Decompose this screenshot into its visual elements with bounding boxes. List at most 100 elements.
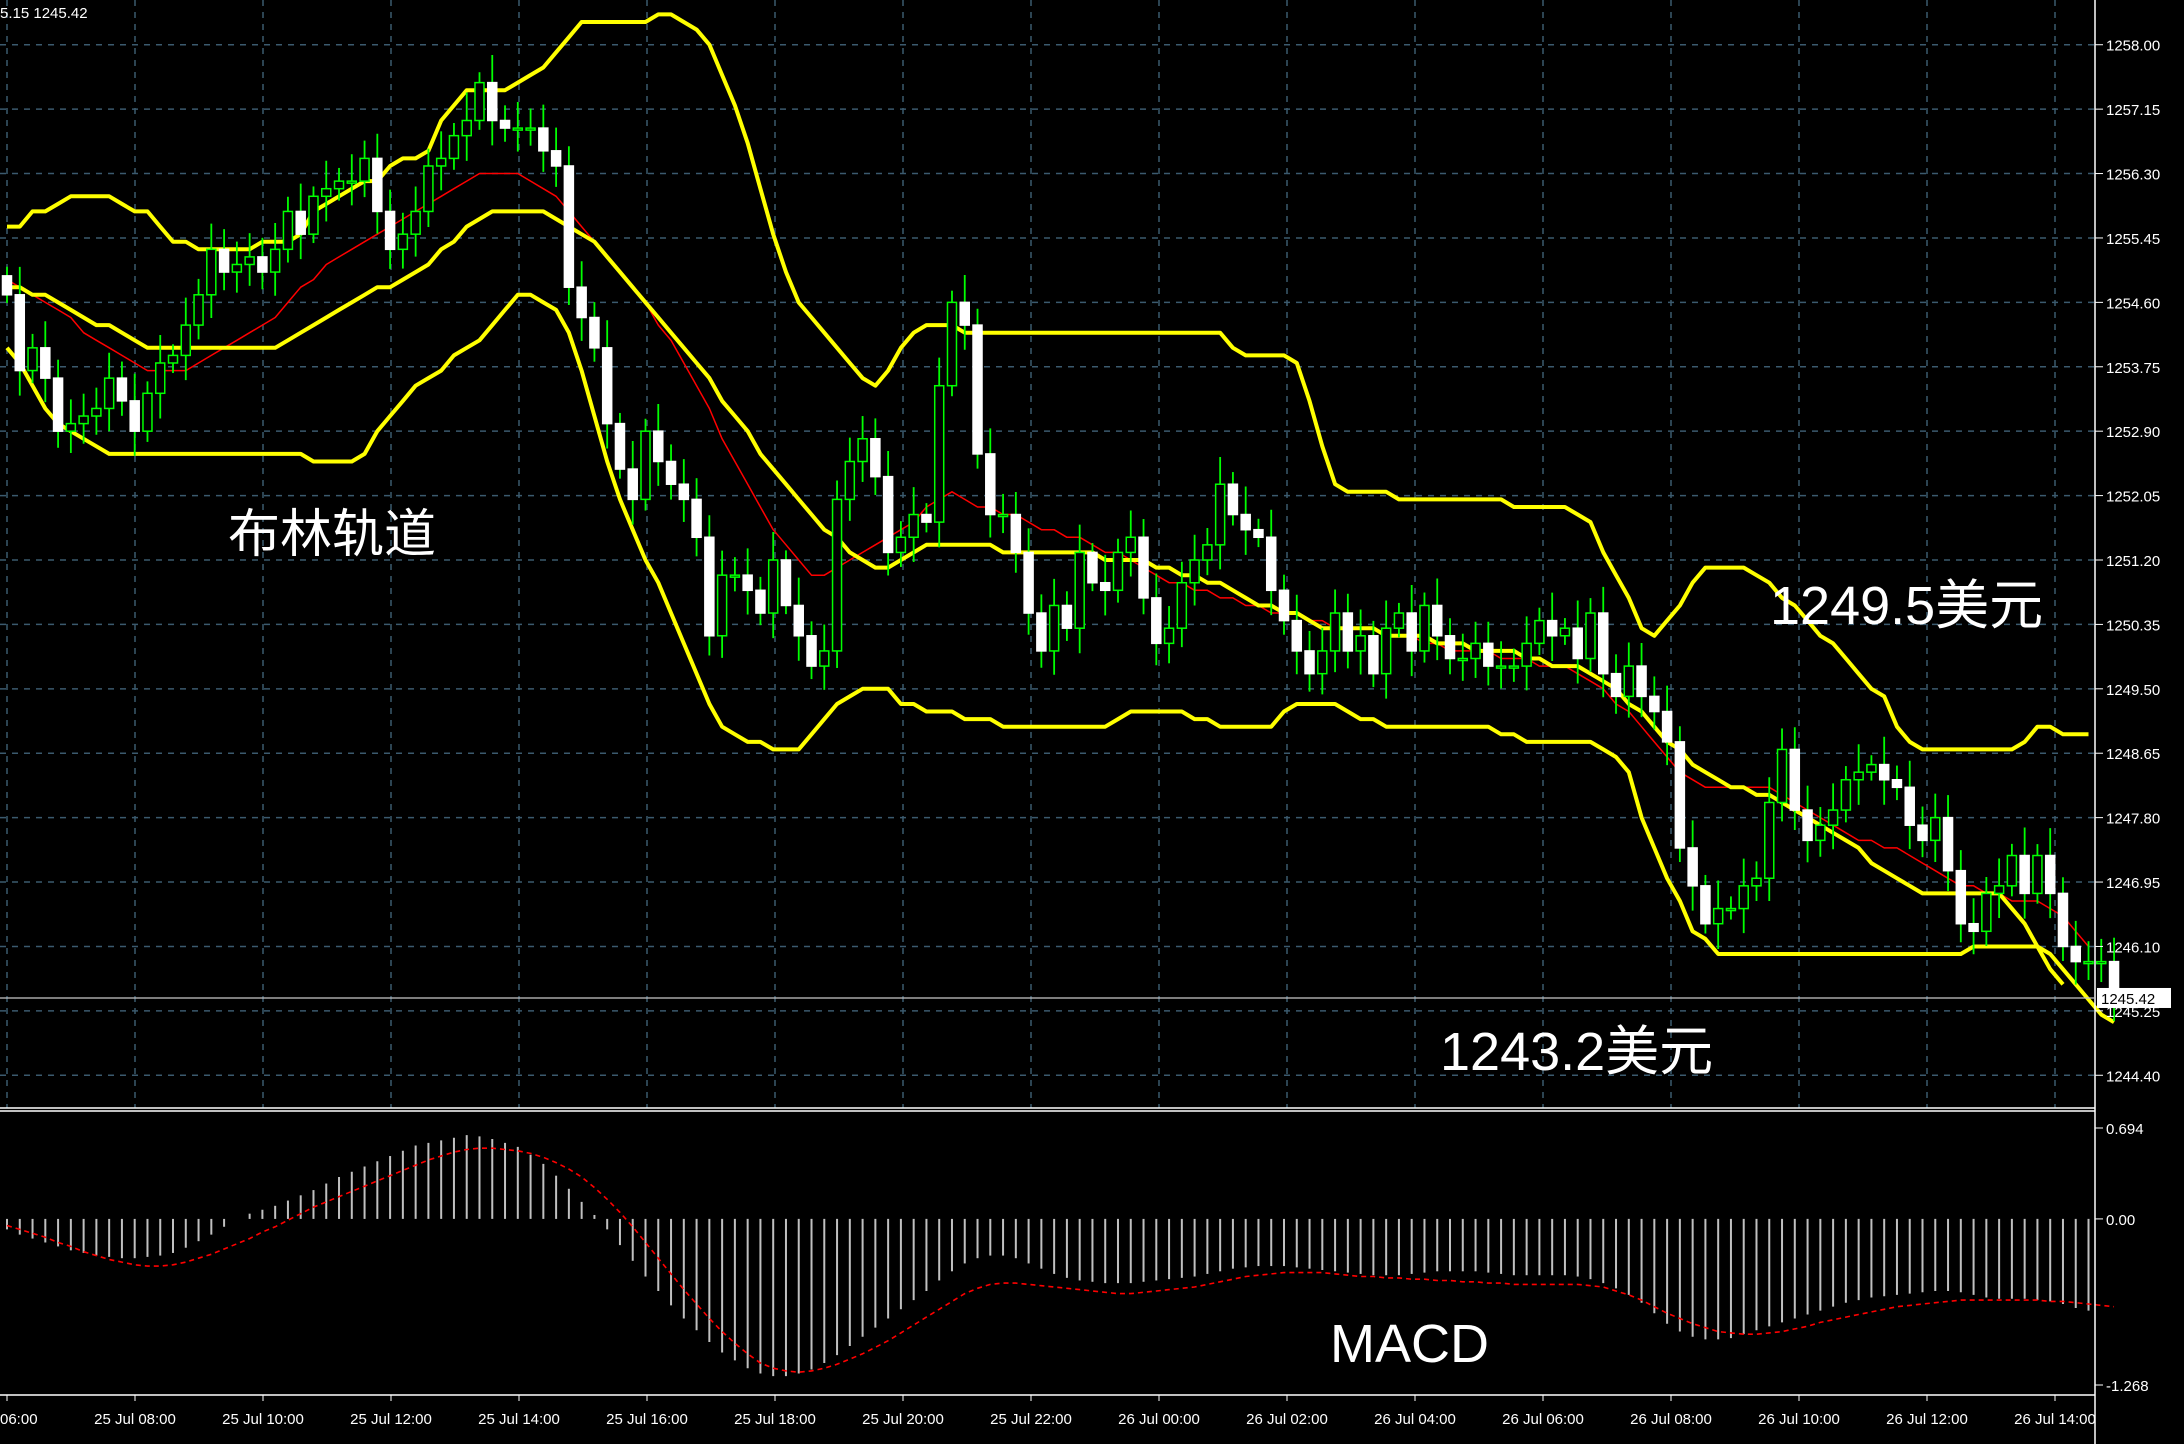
time-tick-label: 26 Jul 00:00: [1118, 1411, 1200, 1428]
price-tick-label: 1250.35: [2106, 617, 2160, 634]
candle-body: [410, 210, 421, 235]
time-tick-label: 26 Jul 08:00: [1630, 1411, 1712, 1428]
candle-body: [282, 210, 294, 251]
candle-body: [1891, 778, 1903, 789]
candle-body: [870, 438, 881, 478]
time-tick-label: 25 Jul 12:00: [350, 1411, 432, 1428]
candle-body: [780, 559, 792, 607]
candle-body: [1827, 809, 1839, 826]
time-tick-label: 26 Jul 12:00: [1886, 1411, 1968, 1428]
candle-body: [1138, 536, 1149, 599]
candle-body: [321, 187, 332, 198]
candle-body: [576, 286, 587, 319]
candle-body: [704, 536, 715, 637]
candle-body: [154, 362, 166, 395]
candle-body: [269, 248, 281, 273]
candle-body: [1789, 748, 1801, 811]
candle-body: [1598, 612, 1609, 675]
candle-body: [1329, 612, 1341, 652]
candle-body: [1342, 612, 1354, 652]
time-tick-label: 06:00: [0, 1411, 38, 1428]
candle-body: [372, 157, 383, 213]
candle-body: [1048, 604, 1060, 652]
candle-body: [742, 574, 753, 592]
candle-body: [52, 377, 64, 432]
candle-body: [1189, 559, 1200, 584]
price-tick-label: 1247.80: [2106, 811, 2160, 828]
macd-tick-label: -1.268: [2106, 1378, 2149, 1395]
time-tick-label: 25 Jul 22:00: [990, 1411, 1072, 1428]
time-tick-label: 26 Jul 14:00: [2014, 1411, 2096, 1428]
candle-body: [231, 263, 243, 273]
candle-body: [1023, 551, 1034, 614]
candle-body: [767, 559, 779, 614]
candle-body: [2044, 854, 2056, 895]
candle-body: [1010, 513, 1022, 554]
candle-body: [167, 354, 179, 364]
price-tick-label: 1252.90: [2106, 424, 2160, 441]
candle-body: [1495, 665, 1507, 669]
lower-target-annotation: 1243.2美元: [1440, 1022, 1713, 1082]
candle-body: [193, 294, 204, 326]
candle-body: [1840, 778, 1852, 811]
candle-body: [1061, 604, 1073, 629]
candle-body: [40, 347, 51, 379]
candle-body: [244, 256, 255, 266]
candle-body: [423, 165, 434, 213]
price-tick-label: 1254.60: [2106, 295, 2160, 312]
candle-body: [1930, 816, 1941, 842]
candle-body: [640, 430, 651, 501]
candle-body: [2006, 854, 2018, 887]
candle-body: [1853, 771, 1864, 781]
current-price-label: 1245.42: [2101, 991, 2155, 1008]
candle-body: [2096, 960, 2107, 965]
price-tick-label: 1249.50: [2106, 682, 2160, 699]
candle-body: [1444, 635, 1456, 660]
candle-body: [512, 127, 524, 131]
candle-body: [1674, 741, 1686, 849]
candle-body: [1151, 597, 1162, 645]
candle-body: [1202, 544, 1213, 561]
candle-body: [1036, 612, 1047, 652]
candle-body: [1776, 748, 1788, 804]
candle-body: [819, 650, 830, 667]
candle-body: [1214, 483, 1226, 546]
macd-tick-label: 0.00: [2106, 1212, 2135, 1229]
candle-body: [1074, 551, 1085, 629]
candle-body: [1725, 907, 1737, 912]
candle-body: [65, 422, 77, 432]
candle-body: [882, 475, 894, 554]
candle-body: [691, 498, 702, 539]
candle-body: [1521, 642, 1532, 667]
candle-body: [1087, 551, 1098, 584]
candle-body: [1942, 816, 1954, 872]
candle-body: [1368, 635, 1379, 675]
candle-body: [1317, 650, 1328, 675]
candle-body: [2057, 892, 2069, 948]
candle-body: [218, 248, 230, 273]
candle-body: [1623, 665, 1635, 698]
candle-body: [1099, 581, 1111, 592]
candle-body: [1253, 528, 1264, 539]
price-tick-label: 1253.75: [2106, 360, 2160, 377]
candle-body: [665, 460, 677, 485]
candle-body: [1661, 710, 1673, 743]
candle-body: [1981, 892, 1992, 933]
candle-body: [1112, 551, 1124, 592]
candle-body: [921, 513, 932, 523]
time-tick-label: 25 Jul 18:00: [734, 1411, 816, 1428]
candle-body: [257, 256, 268, 273]
candle-body: [1866, 763, 1877, 773]
candle-body: [142, 392, 153, 432]
candle-body: [206, 248, 217, 296]
price-tick-label: 1257.15: [2106, 102, 2160, 119]
candle-body: [2070, 945, 2081, 963]
candle-body: [295, 210, 306, 235]
candle-body: [1585, 612, 1596, 660]
candle-body: [1649, 695, 1660, 713]
candle-body: [1764, 801, 1775, 880]
candle-body: [1955, 869, 1967, 925]
candle-body: [653, 430, 664, 463]
candle-body: [1176, 581, 1188, 629]
candle-body: [550, 150, 562, 167]
